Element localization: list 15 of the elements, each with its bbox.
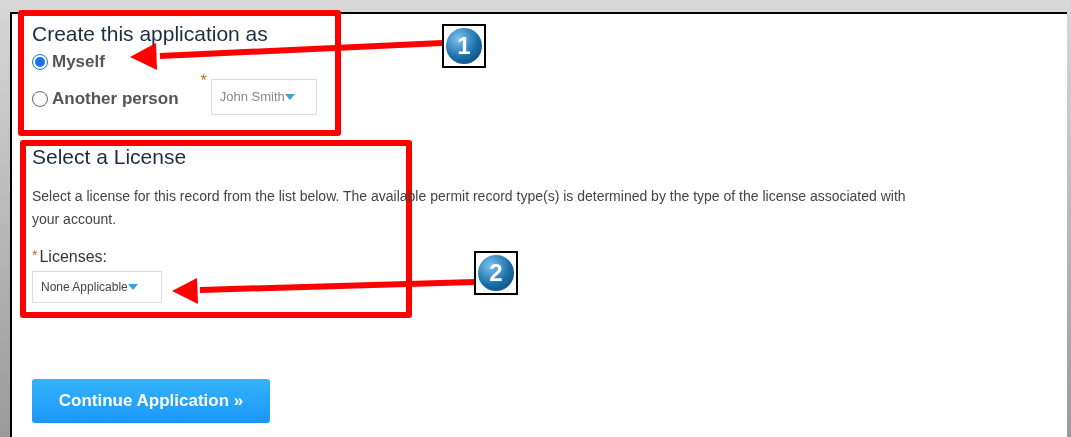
required-mark: * — [32, 246, 38, 265]
license-select[interactable]: None Applicable — [32, 271, 162, 303]
required-mark: * — [200, 73, 207, 89]
number-badge: 1 — [442, 24, 486, 68]
radio-label[interactable]: Another person — [52, 86, 179, 112]
radio-button[interactable] — [32, 54, 48, 70]
caret-icon — [127, 284, 138, 290]
number-badge: 2 — [474, 251, 518, 295]
radio-label[interactable]: Myself — [52, 49, 105, 75]
radio-button[interactable] — [32, 91, 48, 107]
section-title: Create this application as — [32, 21, 268, 47]
field-label: Licenses: — [39, 247, 108, 267]
person-select[interactable]: John Smith — [210, 79, 317, 115]
section-title: Select a License — [32, 144, 187, 170]
caret-icon — [284, 94, 295, 100]
